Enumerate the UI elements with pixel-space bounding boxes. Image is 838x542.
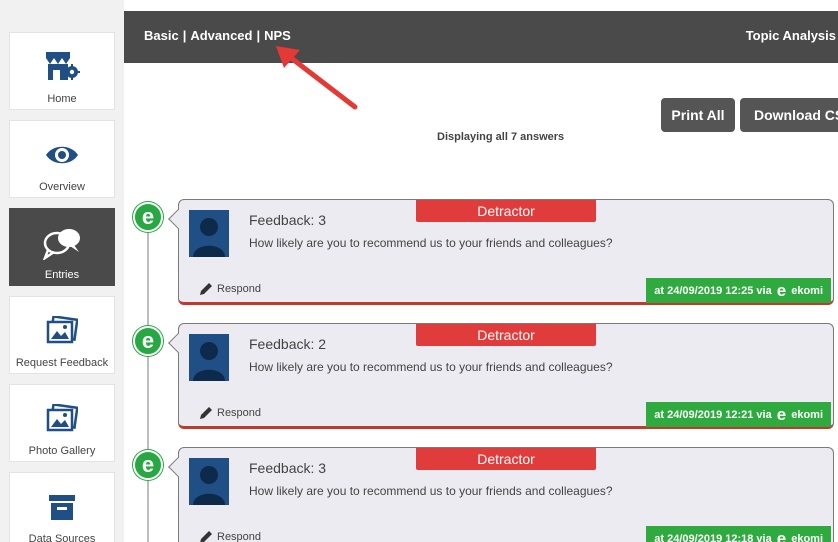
respond-button[interactable]: Respond xyxy=(199,530,261,542)
chat-bubbles-icon xyxy=(42,223,82,263)
pencil-icon xyxy=(200,407,212,419)
ekomi-source-icon: e xyxy=(133,450,163,480)
ekomi-logo-icon: e xyxy=(776,529,787,542)
avatar xyxy=(189,210,229,257)
detractor-badge: Detractor xyxy=(416,448,596,470)
archive-box-icon xyxy=(42,487,82,527)
sidebar-item-label: Request Feedback xyxy=(15,357,109,369)
respond-label: Respond xyxy=(217,407,262,419)
timestamp-text: at 24/09/2019 12:25 via xyxy=(654,284,772,297)
results-count: Displaying all 7 answers xyxy=(437,131,565,143)
respond-button[interactable]: Respond xyxy=(199,406,261,420)
tab-advanced[interactable]: Advanced xyxy=(190,28,252,43)
detractor-badge: Detractor xyxy=(416,200,596,222)
timeline-line xyxy=(147,215,149,542)
feedback-score: Feedback: 3 xyxy=(249,212,327,228)
photo-icon xyxy=(42,311,82,351)
entry-card: Detractor Feedback: 3 How likely are you… xyxy=(168,199,834,305)
eye-icon xyxy=(42,135,82,175)
timestamp-badge: at 24/09/2019 12:21 via e ekomi xyxy=(646,402,831,427)
respond-label: Respond xyxy=(217,283,262,295)
sidebar-item-label: Photo Gallery xyxy=(28,445,96,457)
sidebar-item-label: Data Sources xyxy=(28,533,96,542)
pencil-icon xyxy=(200,531,212,542)
entry-card: Detractor Feedback: 2 How likely are you… xyxy=(168,323,834,429)
ekomi-logo-icon: e xyxy=(776,405,787,424)
source-name: ekomi xyxy=(791,532,823,542)
detractor-badge: Detractor xyxy=(416,324,596,346)
sidebar-item-label: Entries xyxy=(44,269,80,281)
timestamp-badge: at 24/09/2019 12:25 via e ekomi xyxy=(646,278,831,303)
timestamp-badge: at 24/09/2019 12:18 via e ekomi xyxy=(646,526,831,542)
sidebar-item-entries[interactable]: Entries xyxy=(9,208,115,286)
tab-basic[interactable]: Basic xyxy=(144,28,179,43)
ekomi-source-icon: e xyxy=(133,202,163,232)
feedback-question: How likely are you to recommend us to yo… xyxy=(249,360,613,374)
sidebar-item-label: Home xyxy=(47,93,77,105)
source-name: ekomi xyxy=(791,408,823,421)
ekomi-source-icon: e xyxy=(133,326,163,356)
feedback-score: Feedback: 2 xyxy=(249,336,327,352)
print-all-button[interactable]: Print All xyxy=(661,98,735,132)
respond-button[interactable]: Respond xyxy=(199,282,261,296)
photo-icon xyxy=(42,399,82,439)
timestamp-text: at 24/09/2019 12:18 via xyxy=(654,532,772,542)
feedback-question: How likely are you to recommend us to yo… xyxy=(249,484,613,498)
pencil-icon xyxy=(200,283,212,295)
tab-separator: | xyxy=(182,28,187,43)
ekomi-logo-icon: e xyxy=(776,281,787,300)
avatar xyxy=(189,334,229,381)
sidebar-item-overview[interactable]: Overview xyxy=(9,120,115,198)
view-tabs: Basic | Advanced | NPS xyxy=(144,28,291,43)
store-settings-icon xyxy=(42,47,82,87)
entry-card: Detractor Feedback: 3 How likely are you… xyxy=(168,447,834,542)
tab-separator: | xyxy=(256,28,261,43)
sidebar-item-photo-gallery[interactable]: Photo Gallery xyxy=(9,384,115,462)
timestamp-text: at 24/09/2019 12:21 via xyxy=(654,408,772,421)
sidebar: Home Overview Entries Request Feedback P… xyxy=(0,0,124,542)
download-csv-button[interactable]: Download CSV xyxy=(740,98,838,132)
feedback-score: Feedback: 3 xyxy=(249,460,327,476)
sidebar-item-request-feedback[interactable]: Request Feedback xyxy=(9,296,115,374)
annotation-arrow-icon xyxy=(276,46,358,110)
sidebar-item-home[interactable]: Home xyxy=(9,32,115,110)
avatar xyxy=(189,458,229,505)
respond-label: Respond xyxy=(217,531,262,542)
source-name: ekomi xyxy=(791,284,823,297)
feedback-question: How likely are you to recommend us to yo… xyxy=(249,236,613,250)
sidebar-item-label: Overview xyxy=(39,181,85,193)
top-bar: Basic | Advanced | NPS Topic Analysis xyxy=(124,11,838,63)
sidebar-item-data-sources[interactable]: Data Sources xyxy=(9,472,115,542)
topic-analysis-link[interactable]: Topic Analysis xyxy=(746,28,836,43)
